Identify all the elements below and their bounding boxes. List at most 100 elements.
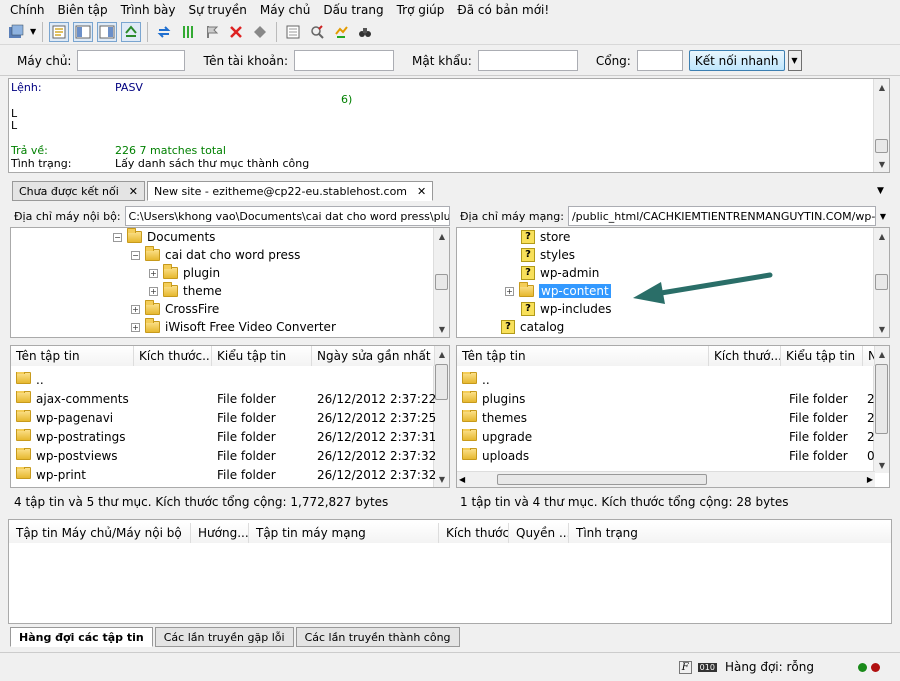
- scroll-right-icon[interactable]: ▶: [867, 475, 873, 484]
- table-row[interactable]: wp-postratings File folder 26/12/2012 2:37…: [11, 427, 435, 446]
- menu-item[interactable]: Máy chủ: [260, 3, 310, 17]
- find-icon[interactable]: [355, 22, 375, 42]
- process-queue-icon[interactable]: [178, 22, 198, 42]
- column-header[interactable]: Tên tập tin: [11, 346, 134, 366]
- tab-queue[interactable]: Các lần truyền thành công: [295, 627, 460, 647]
- scroll-up-icon[interactable]: ▲: [874, 346, 889, 362]
- menu-item[interactable]: Chính: [10, 3, 45, 17]
- scroll-down-icon[interactable]: ▼: [434, 471, 449, 487]
- menu-item[interactable]: Sự truyền: [189, 3, 247, 17]
- tree-item[interactable]: + iWisoft Free Video Converter: [131, 318, 336, 336]
- tree-item[interactable]: + plugin: [149, 264, 220, 282]
- menu-item[interactable]: Trợ giúp: [397, 3, 445, 17]
- refresh-icon[interactable]: [154, 22, 174, 42]
- column-header[interactable]: Tập tin máy mạng: [249, 523, 439, 543]
- collapse-icon[interactable]: −: [131, 250, 140, 260]
- remote-files-scrollbar[interactable]: ▲ ▼: [873, 346, 889, 473]
- scroll-up-icon[interactable]: ▲: [874, 79, 889, 95]
- site-manager-icon[interactable]: [6, 22, 26, 42]
- binary-mode-icon[interactable]: 010: [697, 662, 717, 672]
- scroll-down-icon[interactable]: ▼: [874, 321, 889, 337]
- expand-icon[interactable]: +: [149, 268, 158, 278]
- quickconnect-dropdown-icon[interactable]: ▼: [787, 50, 802, 71]
- scroll-up-icon[interactable]: ▲: [434, 228, 449, 244]
- tab-list-icon[interactable]: ▼: [877, 186, 884, 196]
- menu-item[interactable]: Biên tập: [58, 3, 108, 17]
- scroll-up-icon[interactable]: ▲: [434, 346, 449, 362]
- table-row[interactable]: wp-pagenavi File folder 26/12/2012 2:37:25…: [11, 408, 435, 427]
- scroll-thumb[interactable]: [435, 364, 448, 400]
- table-row[interactable]: upgrade File folder 2: [457, 427, 875, 446]
- table-row[interactable]: ..: [457, 370, 875, 389]
- scroll-down-icon[interactable]: ▼: [434, 321, 449, 337]
- table-row[interactable]: ..: [11, 370, 431, 389]
- tree-item[interactable]: + theme: [149, 282, 222, 300]
- scroll-thumb[interactable]: [875, 139, 888, 153]
- stop-icon[interactable]: [226, 22, 246, 42]
- tree-item[interactable]: ? store: [521, 228, 570, 246]
- tree-item[interactable]: ? catalog: [501, 318, 564, 336]
- close-icon[interactable]: ✕: [129, 185, 138, 198]
- expand-icon[interactable]: +: [505, 286, 514, 296]
- column-header[interactable]: Hướng...: [191, 523, 249, 543]
- column-header[interactable]: Kích thước...: [134, 346, 212, 366]
- local-address-input[interactable]: C:\Users\khong vao\Documents\cai dat cho…: [124, 206, 450, 226]
- scroll-thumb[interactable]: [875, 364, 888, 434]
- expand-icon[interactable]: +: [131, 322, 140, 332]
- menu-item[interactable]: Dấu trang: [323, 3, 383, 17]
- tree-item[interactable]: + wp-content: [505, 282, 611, 300]
- column-header[interactable]: Kiểu tập tin: [781, 346, 863, 366]
- table-row[interactable]: uploads File folder 0: [457, 446, 875, 465]
- column-header[interactable]: Tập tin Máy chủ/Máy nội bộ: [9, 523, 191, 543]
- table-row[interactable]: wp-postviews File folder 26/12/2012 2:37:3…: [11, 446, 435, 465]
- close-icon[interactable]: ✕: [417, 185, 426, 198]
- compare-icon[interactable]: [307, 22, 327, 42]
- column-header[interactable]: Tình trạng: [569, 523, 891, 543]
- remote-files-hscrollbar[interactable]: ◀ ▶: [457, 471, 875, 487]
- expand-icon[interactable]: +: [149, 286, 158, 296]
- tab-connection[interactable]: New site - ezitheme@cp22-eu.stablehost.c…: [147, 181, 434, 201]
- host-input[interactable]: [77, 50, 186, 71]
- local-files-scrollbar[interactable]: ▲ ▼: [433, 346, 449, 487]
- password-input[interactable]: [477, 50, 578, 71]
- menu-item[interactable]: Trình bày: [121, 3, 176, 17]
- column-header[interactable]: Kiểu tập tin: [212, 346, 312, 366]
- local-tree-scrollbar[interactable]: ▲ ▼: [433, 228, 449, 337]
- tree-item[interactable]: + CrossFire: [131, 300, 219, 318]
- column-header[interactable]: Tên tập tin: [457, 346, 709, 366]
- tab-queue[interactable]: Hàng đợi các tập tin: [10, 627, 153, 647]
- toggle-queue-icon[interactable]: [121, 21, 142, 42]
- chevron-down-icon[interactable]: ▼: [876, 206, 890, 226]
- remote-tree-scrollbar[interactable]: ▲ ▼: [873, 228, 889, 337]
- tree-item[interactable]: ? styles: [521, 246, 575, 264]
- menu-item[interactable]: Đã có bản mới!: [457, 3, 549, 17]
- cancel-icon[interactable]: [202, 22, 222, 42]
- scroll-down-icon[interactable]: ▼: [874, 457, 889, 473]
- column-header[interactable]: Quyền ...: [509, 523, 569, 543]
- scroll-up-icon[interactable]: ▲: [874, 228, 889, 244]
- tab-queue[interactable]: Các lần truyền gặp lỗi: [154, 627, 294, 647]
- tree-item[interactable]: − cai dat cho word press: [131, 246, 300, 264]
- log-scrollbar[interactable]: ▲ ▼: [873, 79, 889, 172]
- scroll-thumb[interactable]: [435, 274, 448, 290]
- port-input[interactable]: [636, 50, 683, 71]
- column-header[interactable]: Kích thước: [439, 523, 509, 543]
- column-header[interactable]: N: [863, 346, 875, 366]
- tab-connection[interactable]: Chưa được kết nối ✕: [12, 181, 146, 201]
- scroll-left-icon[interactable]: ◀: [459, 475, 465, 484]
- tree-item[interactable]: ? wp-includes: [521, 300, 612, 318]
- column-header[interactable]: Ngày sửa gần nhất: [312, 346, 435, 366]
- filter-icon[interactable]: [283, 22, 303, 42]
- tree-item[interactable]: − Documents: [113, 228, 215, 246]
- toggle-remote-tree-icon[interactable]: [97, 21, 118, 42]
- disconnect-icon[interactable]: [250, 22, 270, 42]
- user-input[interactable]: [294, 50, 395, 71]
- quickconnect-button[interactable]: Kết nối nhanh: [688, 50, 785, 71]
- collapse-icon[interactable]: −: [113, 232, 122, 242]
- table-row[interactable]: themes File folder 2: [457, 408, 875, 427]
- toggle-local-tree-icon[interactable]: [73, 21, 94, 42]
- remote-address-input[interactable]: /public_html/CACHKIEMTIENTRENMANGUYTIN.C…: [567, 206, 876, 226]
- scroll-thumb[interactable]: [497, 474, 707, 485]
- sync-browse-icon[interactable]: [331, 22, 351, 42]
- chevron-down-icon[interactable]: ▼: [30, 27, 36, 36]
